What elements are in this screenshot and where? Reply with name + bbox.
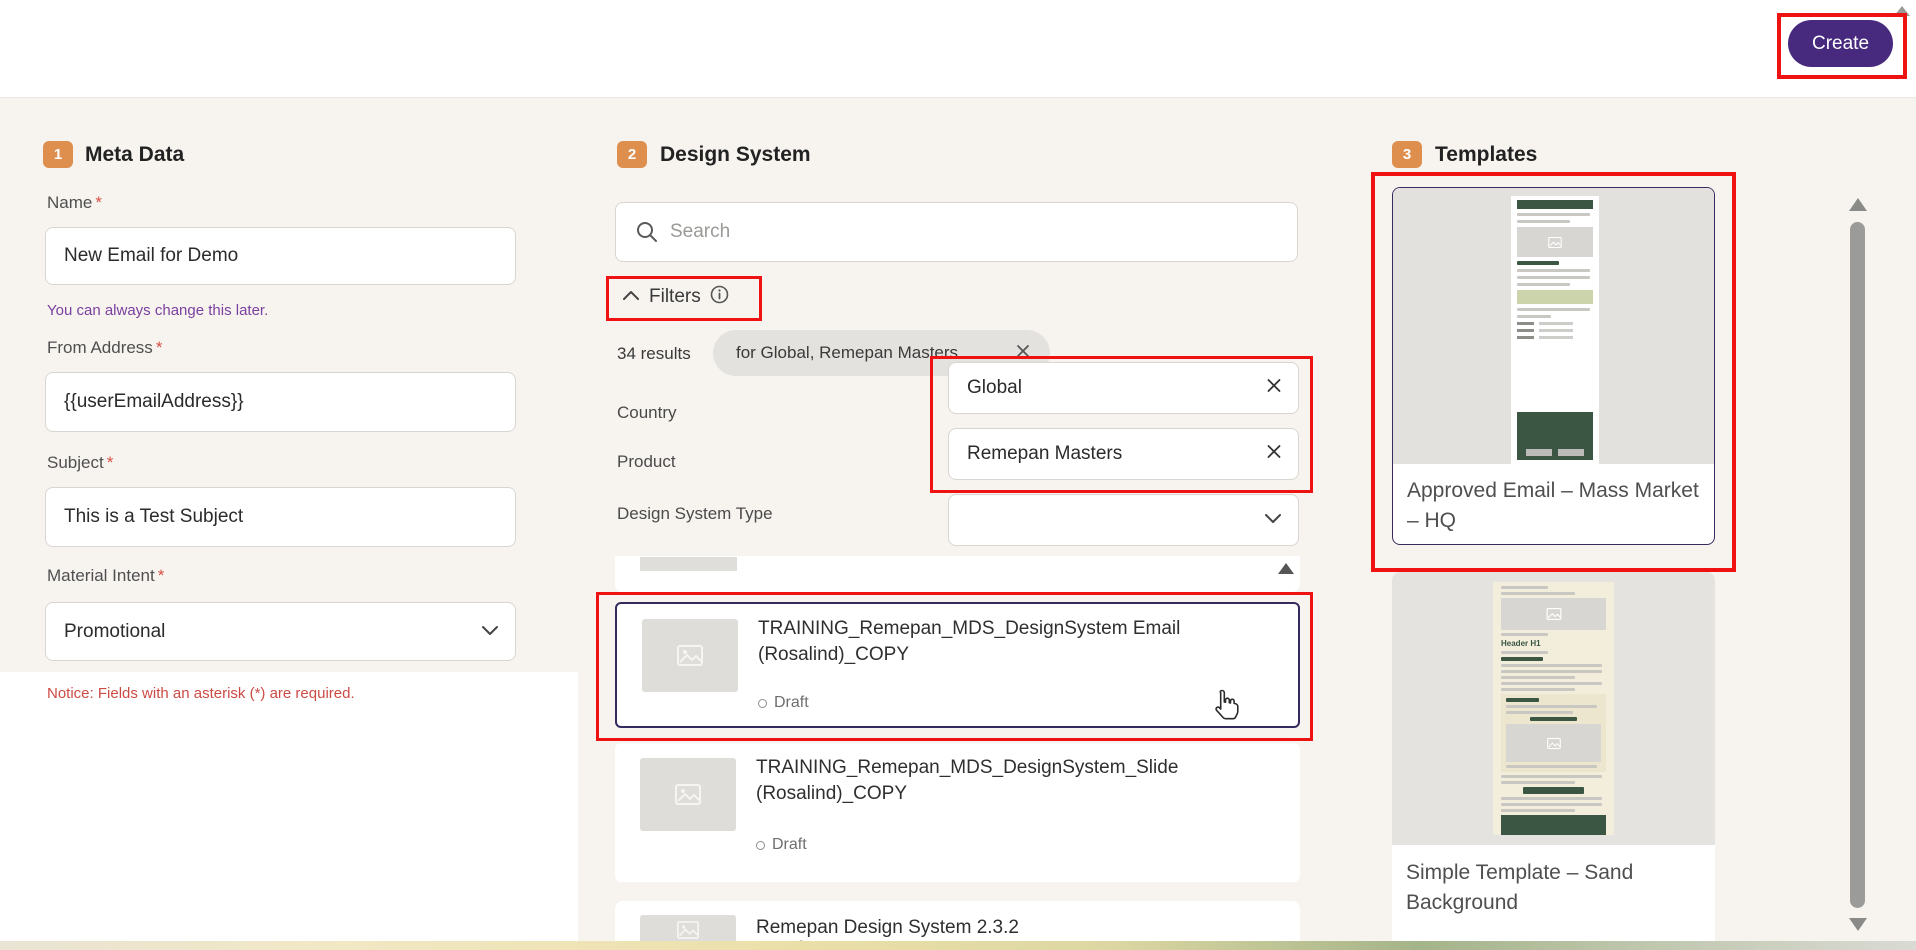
subject-input[interactable] bbox=[46, 506, 515, 528]
design-system-item-title: TRAINING_Remepan_MDS_DesignSystem_Slide … bbox=[756, 755, 1296, 807]
template-card-approved-email[interactable]: Approved Email – Mass Market – HQ bbox=[1392, 187, 1715, 545]
material-intent-value: Promotional bbox=[46, 621, 165, 643]
clear-icon[interactable] bbox=[1266, 378, 1282, 399]
search-input[interactable] bbox=[616, 221, 1297, 243]
from-address-field-box bbox=[45, 372, 516, 432]
image-placeholder-icon bbox=[675, 784, 701, 805]
templates-section-title: Templates bbox=[1435, 143, 1537, 167]
name-input[interactable] bbox=[46, 245, 515, 267]
design-system-item-title: Remepan Design System 2.3.2 bbox=[756, 915, 1296, 941]
draft-circle-icon bbox=[756, 841, 765, 850]
item-thumbnail bbox=[642, 619, 738, 692]
image-placeholder-icon bbox=[1548, 237, 1562, 248]
draft-circle-icon bbox=[758, 699, 767, 708]
required-fields-notice: Notice: Fields with an asterisk (*) are … bbox=[47, 685, 355, 702]
step-3-badge: 3 bbox=[1392, 141, 1422, 168]
design-system-item-title: TRAINING_Remepan_MDS_DesignSystem Email … bbox=[758, 616, 1298, 668]
design-system-type-label: Design System Type bbox=[617, 504, 773, 524]
bottom-edge-bar bbox=[0, 941, 1916, 950]
create-emails-screen: Create Emails Create 1 Meta Data Name* Y… bbox=[0, 0, 1916, 950]
top-bar bbox=[0, 0, 1916, 98]
scrollbar-thumb[interactable] bbox=[1850, 222, 1865, 908]
image-placeholder-icon bbox=[1547, 738, 1561, 749]
subject-label: Subject* bbox=[47, 453, 113, 473]
required-asterisk: * bbox=[107, 453, 114, 472]
template-thumbnail: Header H1 bbox=[1392, 572, 1715, 845]
bottom-left-white-area bbox=[0, 672, 578, 950]
list-item-partial[interactable] bbox=[615, 556, 1300, 592]
meta-data-section-title: Meta Data bbox=[85, 143, 184, 167]
template-thumbnail bbox=[1393, 188, 1714, 464]
product-filter-box bbox=[948, 428, 1299, 480]
image-placeholder-icon bbox=[1546, 608, 1562, 620]
image-placeholder-icon bbox=[677, 921, 699, 939]
template-card-simple-template[interactable]: Header H1 Simple Templat bbox=[1392, 572, 1715, 950]
required-asterisk: * bbox=[95, 193, 102, 212]
from-address-input[interactable] bbox=[46, 391, 515, 413]
clear-icon[interactable] bbox=[1266, 444, 1282, 465]
image-placeholder-icon bbox=[677, 645, 703, 666]
from-address-label: From Address* bbox=[47, 338, 162, 358]
status-badge: Draft bbox=[756, 836, 807, 854]
design-system-type-select[interactable] bbox=[948, 494, 1299, 546]
thumbnail-edge bbox=[640, 557, 737, 571]
item-thumbnail bbox=[640, 758, 736, 831]
window-scroll-top-arrow-icon bbox=[1894, 6, 1910, 16]
name-helper-text: You can always change this later. bbox=[47, 302, 268, 319]
scrollbar-up-arrow[interactable] bbox=[1849, 198, 1867, 211]
search-icon bbox=[636, 221, 658, 248]
results-count: 34 results bbox=[617, 344, 691, 364]
scrollbar-down-arrow[interactable] bbox=[1849, 918, 1867, 931]
template-label: Simple Template – Sand Background bbox=[1406, 858, 1698, 918]
preview-header-text: Header H1 bbox=[1501, 639, 1606, 648]
material-intent-select[interactable]: Promotional bbox=[45, 602, 516, 661]
subject-field-box bbox=[45, 487, 516, 547]
chevron-down-icon bbox=[1264, 511, 1282, 529]
name-label: Name* bbox=[47, 193, 102, 213]
close-icon[interactable] bbox=[1016, 344, 1030, 363]
design-system-item[interactable]: TRAINING_Remepan_MDS_DesignSystem_Slide … bbox=[615, 743, 1300, 882]
status-badge: Draft bbox=[758, 694, 809, 712]
filters-label: Filters bbox=[649, 286, 701, 308]
create-button[interactable]: Create bbox=[1788, 20, 1893, 67]
info-icon[interactable] bbox=[710, 285, 729, 309]
name-field-box bbox=[45, 227, 516, 285]
country-filter-box bbox=[948, 362, 1299, 414]
template-label: Approved Email – Mass Market – HQ bbox=[1407, 476, 1699, 536]
filters-toggle[interactable]: Filters bbox=[622, 285, 729, 309]
email-preview bbox=[1511, 196, 1599, 464]
list-scroll-up-arrow[interactable] bbox=[1278, 563, 1294, 574]
country-label: Country bbox=[617, 403, 677, 423]
country-input[interactable] bbox=[949, 377, 1298, 399]
step-1-badge: 1 bbox=[43, 141, 73, 168]
material-intent-label: Material Intent* bbox=[47, 566, 164, 586]
chevron-down-icon bbox=[481, 623, 499, 641]
product-label: Product bbox=[617, 452, 676, 472]
required-asterisk: * bbox=[158, 566, 165, 585]
design-system-section-title: Design System bbox=[660, 143, 811, 167]
design-system-search-box bbox=[615, 202, 1298, 262]
required-asterisk: * bbox=[156, 338, 163, 357]
step-2-badge: 2 bbox=[617, 141, 647, 168]
chevron-up-icon bbox=[622, 288, 640, 306]
email-preview: Header H1 bbox=[1493, 582, 1614, 835]
filter-chip-label: for Global, Remepan Masters bbox=[736, 343, 958, 363]
product-input[interactable] bbox=[949, 443, 1298, 465]
design-system-item-selected[interactable]: TRAINING_Remepan_MDS_DesignSystem Email … bbox=[615, 602, 1300, 728]
